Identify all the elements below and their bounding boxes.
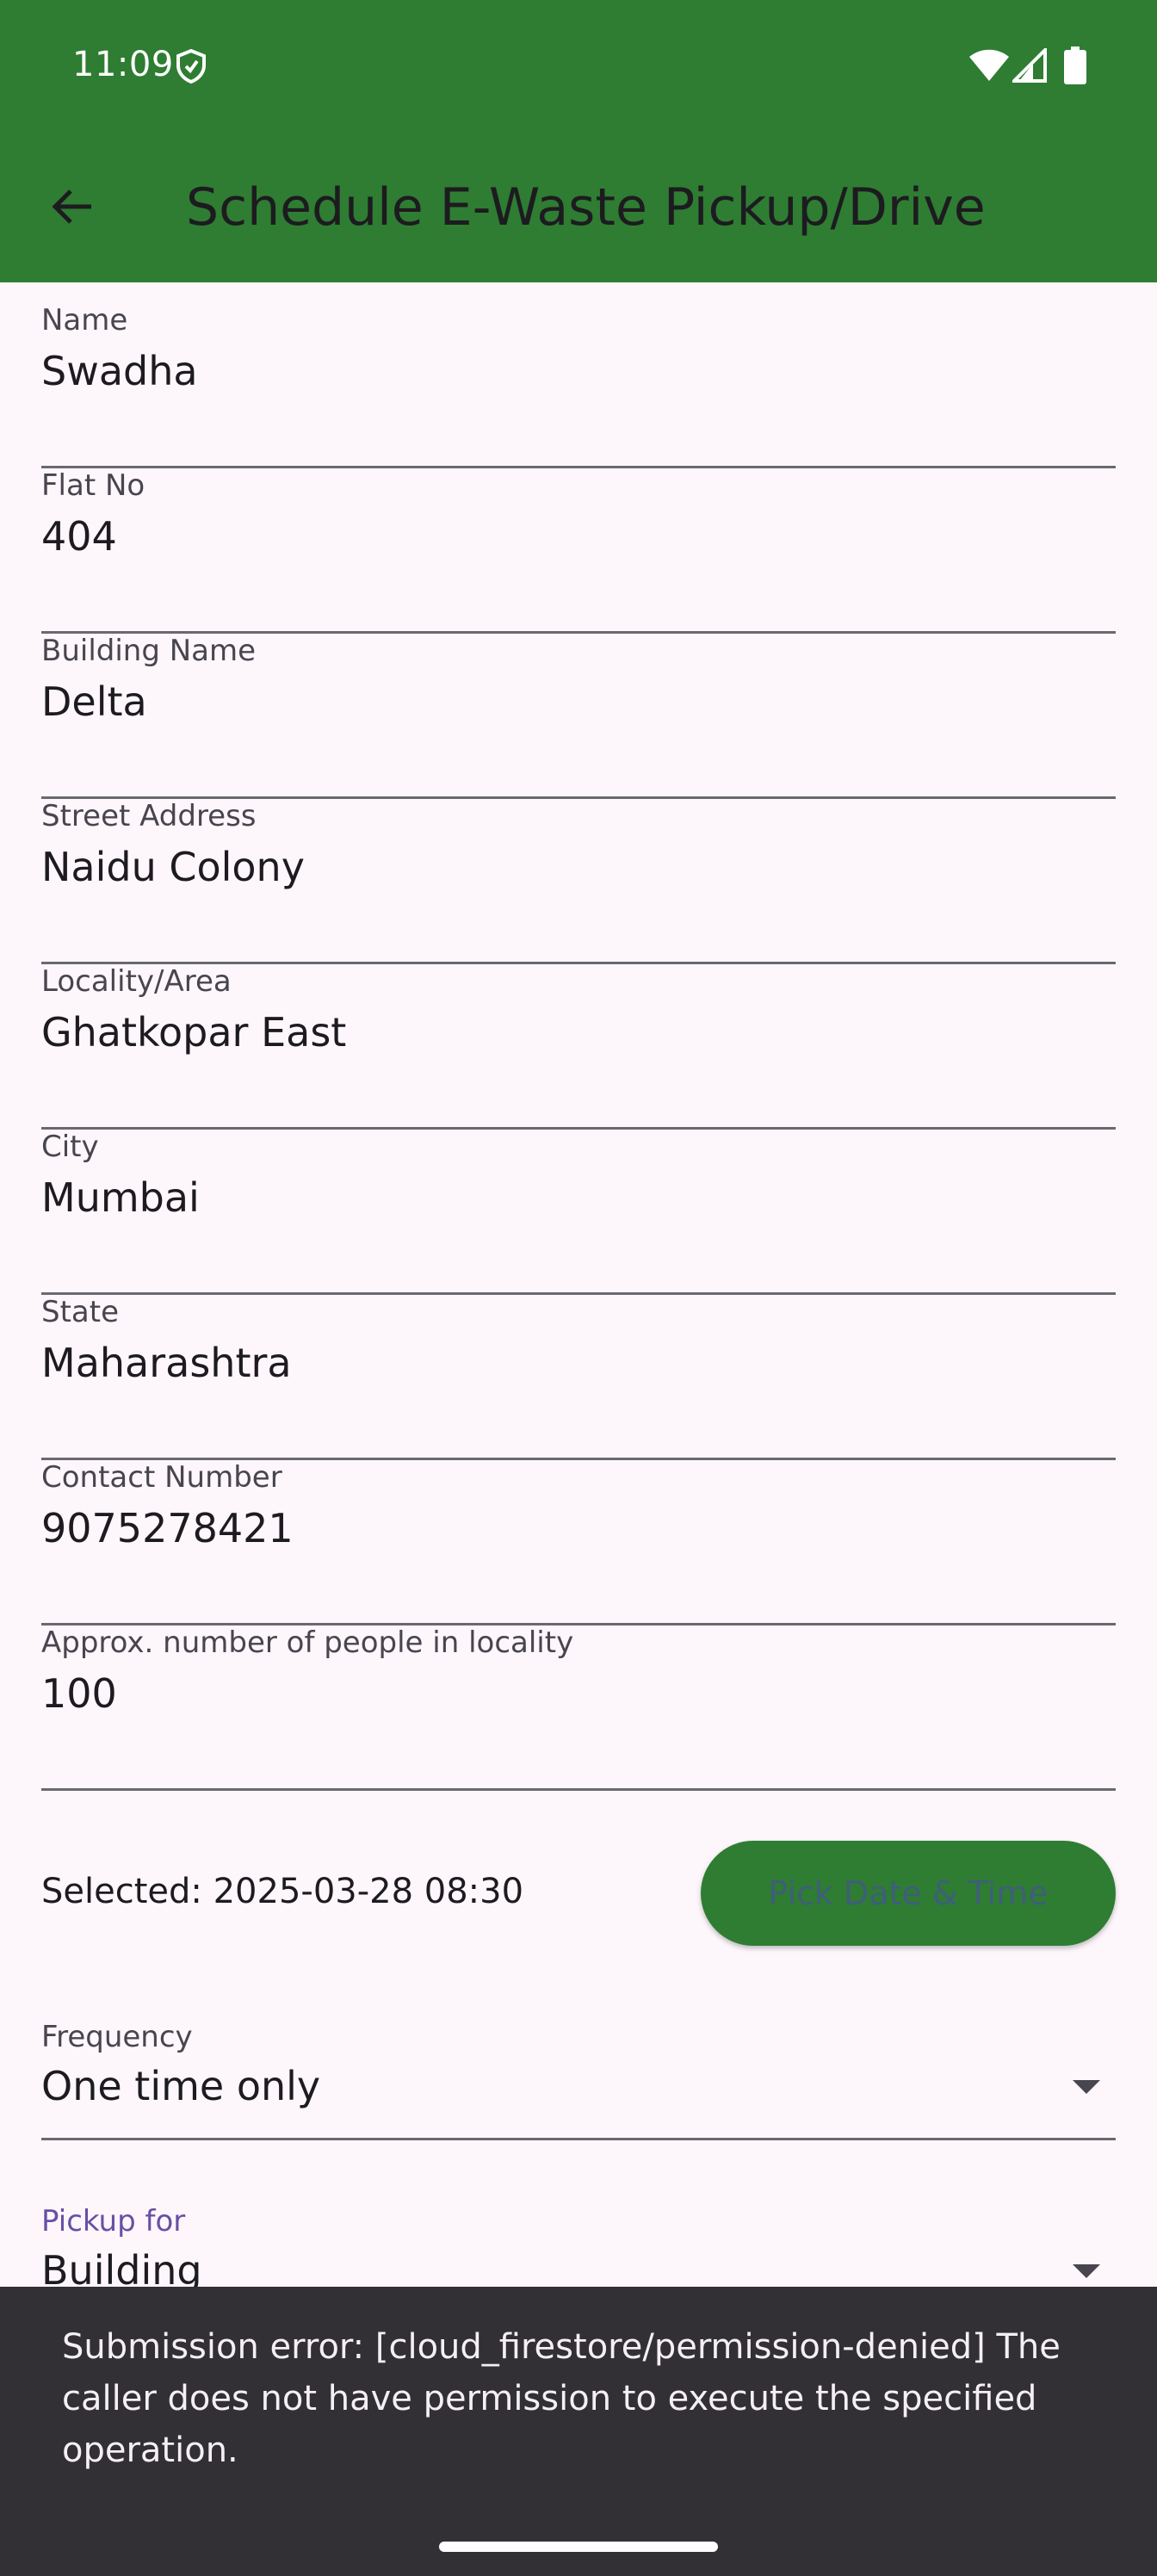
dropdown-label: Pickup for <box>41 2204 186 2239</box>
field-value: 100 <box>41 1670 117 1717</box>
arrow-back-icon <box>52 189 91 224</box>
field-underline <box>41 1788 1116 1791</box>
signal-icon <box>1012 48 1047 83</box>
field-label: Contact Number <box>41 1460 282 1495</box>
field-label: Locality/Area <box>41 964 232 999</box>
field-label: Building Name <box>41 634 257 668</box>
field-value: Ghatkopar East <box>41 1009 347 1056</box>
field-label: Flat No <box>41 468 145 503</box>
contact-number-field[interactable]: Contact Number 9075278421 <box>41 1460 1116 1625</box>
snackbar-message: Submission error: [cloud_firestore/permi… <box>62 2327 1061 2470</box>
dropdown-arrow-icon <box>1073 2264 1100 2278</box>
name-field[interactable]: Name Swadha <box>41 303 1116 468</box>
city-field[interactable]: City Mumbai <box>41 1130 1116 1295</box>
field-label: City <box>41 1130 99 1164</box>
building-name-field[interactable]: Building Name Delta <box>41 634 1116 799</box>
dropdown-value: One time only <box>41 2063 321 2109</box>
gesture-nav-handle[interactable] <box>439 2542 718 2552</box>
dropdown-underline <box>41 2138 1116 2140</box>
field-label: Name <box>41 303 128 337</box>
page-title: Schedule E-Waste Pickup/Drive <box>186 177 986 238</box>
wifi-icon <box>969 49 1009 81</box>
field-value: Swadha <box>41 348 198 394</box>
field-value: Mumbai <box>41 1174 200 1221</box>
field-value: 9075278421 <box>41 1505 294 1551</box>
battery-icon <box>1064 46 1086 84</box>
field-value: Naidu Colony <box>41 844 305 890</box>
shield-icon <box>176 48 206 84</box>
frequency-dropdown[interactable]: Frequency One time only <box>41 2020 1116 2140</box>
people-count-field[interactable]: Approx. number of people in locality 100 <box>41 1625 1116 1791</box>
dropdown-arrow-icon <box>1073 2080 1100 2094</box>
dropdown-label: Frequency <box>41 2020 193 2054</box>
field-value: Delta <box>41 678 147 725</box>
field-label: State <box>41 1295 119 1329</box>
field-label: Street Address <box>41 799 257 833</box>
locality-field[interactable]: Locality/Area Ghatkopar East <box>41 964 1116 1130</box>
flat-no-field[interactable]: Flat No 404 <box>41 468 1116 634</box>
field-label: Approx. number of people in locality <box>41 1625 574 1660</box>
screen: 11:09 Schedule E-Waste Pickup/Drive Name… <box>0 0 1157 2576</box>
state-field[interactable]: State Maharashtra <box>41 1295 1116 1460</box>
field-value: 404 <box>41 513 117 560</box>
selected-datetime: Selected: 2025-03-28 08:30 <box>41 1872 524 1911</box>
pick-date-time-button[interactable]: Pick Date & Time <box>701 1841 1116 1946</box>
field-value: Maharashtra <box>41 1340 292 1386</box>
status-time: 11:09 <box>72 45 174 84</box>
app-bar: 11:09 Schedule E-Waste Pickup/Drive <box>0 0 1157 282</box>
back-button[interactable] <box>38 172 107 241</box>
error-snackbar: Submission error: [cloud_firestore/permi… <box>0 2287 1157 2576</box>
street-address-field[interactable]: Street Address Naidu Colony <box>41 799 1116 964</box>
